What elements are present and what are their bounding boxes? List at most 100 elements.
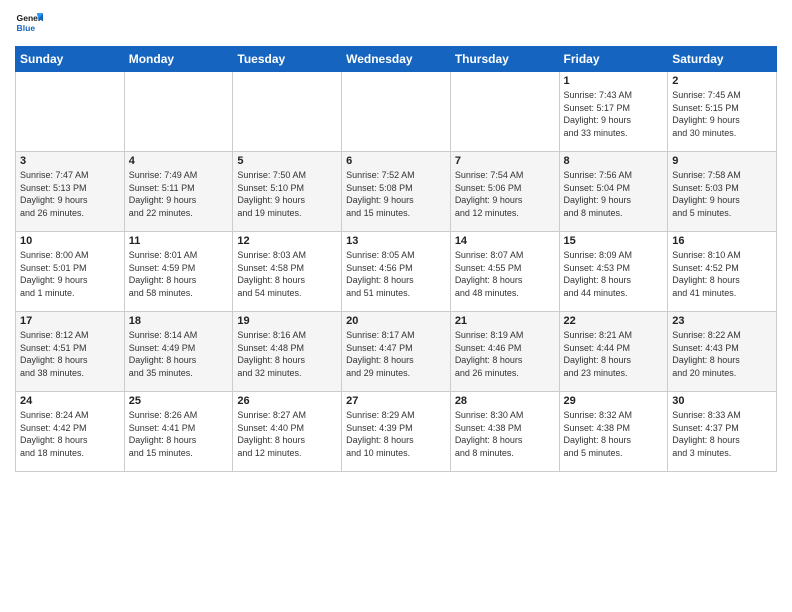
day-info: Sunrise: 7:47 AM Sunset: 5:13 PM Dayligh…: [20, 169, 120, 219]
page-header: General Blue: [15, 10, 777, 38]
week-row-4: 17 Sunrise: 8:12 AM Sunset: 4:51 PM Dayli…: [16, 312, 777, 392]
calendar-cell: [342, 72, 451, 152]
calendar-cell: 2 Sunrise: 7:45 AM Sunset: 5:15 PM Daylig…: [668, 72, 777, 152]
calendar-cell: [233, 72, 342, 152]
weekday-header-saturday: Saturday: [668, 47, 777, 72]
day-info: Sunrise: 8:32 AM Sunset: 4:38 PM Dayligh…: [564, 409, 664, 459]
day-number: 28: [455, 395, 555, 407]
day-info: Sunrise: 7:52 AM Sunset: 5:08 PM Dayligh…: [346, 169, 446, 219]
day-info: Sunrise: 8:33 AM Sunset: 4:37 PM Dayligh…: [672, 409, 772, 459]
calendar-cell: 7 Sunrise: 7:54 AM Sunset: 5:06 PM Daylig…: [450, 152, 559, 232]
day-number: 4: [129, 155, 229, 167]
day-info: Sunrise: 8:29 AM Sunset: 4:39 PM Dayligh…: [346, 409, 446, 459]
day-info: Sunrise: 8:05 AM Sunset: 4:56 PM Dayligh…: [346, 249, 446, 299]
day-info: Sunrise: 8:10 AM Sunset: 4:52 PM Dayligh…: [672, 249, 772, 299]
day-info: Sunrise: 7:54 AM Sunset: 5:06 PM Dayligh…: [455, 169, 555, 219]
calendar-cell: 26 Sunrise: 8:27 AM Sunset: 4:40 PM Dayli…: [233, 392, 342, 472]
day-number: 19: [237, 315, 337, 327]
day-info: Sunrise: 8:21 AM Sunset: 4:44 PM Dayligh…: [564, 329, 664, 379]
calendar-cell: 24 Sunrise: 8:24 AM Sunset: 4:42 PM Dayli…: [16, 392, 125, 472]
calendar-cell: 3 Sunrise: 7:47 AM Sunset: 5:13 PM Daylig…: [16, 152, 125, 232]
weekday-header-tuesday: Tuesday: [233, 47, 342, 72]
day-info: Sunrise: 7:56 AM Sunset: 5:04 PM Dayligh…: [564, 169, 664, 219]
calendar-table: SundayMondayTuesdayWednesdayThursdayFrid…: [15, 46, 777, 472]
day-number: 16: [672, 235, 772, 247]
day-number: 22: [564, 315, 664, 327]
week-row-1: 1 Sunrise: 7:43 AM Sunset: 5:17 PM Daylig…: [16, 72, 777, 152]
day-number: 8: [564, 155, 664, 167]
day-number: 12: [237, 235, 337, 247]
day-info: Sunrise: 7:58 AM Sunset: 5:03 PM Dayligh…: [672, 169, 772, 219]
calendar-cell: 12 Sunrise: 8:03 AM Sunset: 4:58 PM Dayli…: [233, 232, 342, 312]
calendar-cell: [124, 72, 233, 152]
calendar-cell: 6 Sunrise: 7:52 AM Sunset: 5:08 PM Daylig…: [342, 152, 451, 232]
week-row-5: 24 Sunrise: 8:24 AM Sunset: 4:42 PM Dayli…: [16, 392, 777, 472]
day-number: 11: [129, 235, 229, 247]
day-number: 15: [564, 235, 664, 247]
weekday-header-thursday: Thursday: [450, 47, 559, 72]
day-info: Sunrise: 8:12 AM Sunset: 4:51 PM Dayligh…: [20, 329, 120, 379]
week-row-2: 3 Sunrise: 7:47 AM Sunset: 5:13 PM Daylig…: [16, 152, 777, 232]
day-number: 23: [672, 315, 772, 327]
calendar-cell: 11 Sunrise: 8:01 AM Sunset: 4:59 PM Dayli…: [124, 232, 233, 312]
day-number: 14: [455, 235, 555, 247]
calendar-body: 1 Sunrise: 7:43 AM Sunset: 5:17 PM Daylig…: [16, 72, 777, 472]
day-info: Sunrise: 8:24 AM Sunset: 4:42 PM Dayligh…: [20, 409, 120, 459]
day-number: 1: [564, 75, 664, 87]
day-info: Sunrise: 7:49 AM Sunset: 5:11 PM Dayligh…: [129, 169, 229, 219]
day-number: 26: [237, 395, 337, 407]
day-number: 7: [455, 155, 555, 167]
day-info: Sunrise: 8:03 AM Sunset: 4:58 PM Dayligh…: [237, 249, 337, 299]
calendar-cell: 1 Sunrise: 7:43 AM Sunset: 5:17 PM Daylig…: [559, 72, 668, 152]
day-number: 17: [20, 315, 120, 327]
day-info: Sunrise: 8:17 AM Sunset: 4:47 PM Dayligh…: [346, 329, 446, 379]
day-info: Sunrise: 7:50 AM Sunset: 5:10 PM Dayligh…: [237, 169, 337, 219]
day-number: 24: [20, 395, 120, 407]
day-number: 10: [20, 235, 120, 247]
day-number: 6: [346, 155, 446, 167]
calendar-cell: 14Sunrise: 8:07 AM Sunset: 4:55 PM Dayli…: [450, 232, 559, 312]
day-info: Sunrise: 7:43 AM Sunset: 5:17 PM Dayligh…: [564, 89, 664, 139]
day-number: 2: [672, 75, 772, 87]
calendar-cell: 8 Sunrise: 7:56 AM Sunset: 5:04 PM Daylig…: [559, 152, 668, 232]
day-info: Sunrise: 7:45 AM Sunset: 5:15 PM Dayligh…: [672, 89, 772, 139]
logo-icon: General Blue: [15, 10, 43, 38]
calendar-cell: 25Sunrise: 8:26 AM Sunset: 4:41 PM Dayli…: [124, 392, 233, 472]
day-info: Sunrise: 8:22 AM Sunset: 4:43 PM Dayligh…: [672, 329, 772, 379]
svg-text:Blue: Blue: [17, 23, 36, 33]
calendar-cell: 5Sunrise: 7:50 AM Sunset: 5:10 PM Daylig…: [233, 152, 342, 232]
day-number: 21: [455, 315, 555, 327]
day-number: 27: [346, 395, 446, 407]
weekday-header-friday: Friday: [559, 47, 668, 72]
calendar-cell: 16 Sunrise: 8:10 AM Sunset: 4:52 PM Dayli…: [668, 232, 777, 312]
calendar-cell: 30 Sunrise: 8:33 AM Sunset: 4:37 PM Dayli…: [668, 392, 777, 472]
day-info: Sunrise: 8:01 AM Sunset: 4:59 PM Dayligh…: [129, 249, 229, 299]
day-info: Sunrise: 8:19 AM Sunset: 4:46 PM Dayligh…: [455, 329, 555, 379]
day-info: Sunrise: 8:27 AM Sunset: 4:40 PM Dayligh…: [237, 409, 337, 459]
day-number: 20: [346, 315, 446, 327]
weekday-header-wednesday: Wednesday: [342, 47, 451, 72]
calendar-cell: 21 Sunrise: 8:19 AM Sunset: 4:46 PM Dayli…: [450, 312, 559, 392]
calendar-cell: 19 Sunrise: 8:16 AM Sunset: 4:48 PM Dayli…: [233, 312, 342, 392]
day-info: Sunrise: 8:09 AM Sunset: 4:53 PM Dayligh…: [564, 249, 664, 299]
calendar-cell: 9 Sunrise: 7:58 AM Sunset: 5:03 PM Daylig…: [668, 152, 777, 232]
calendar-cell: 29 Sunrise: 8:32 AM Sunset: 4:38 PM Dayli…: [559, 392, 668, 472]
day-number: 18: [129, 315, 229, 327]
day-number: 3: [20, 155, 120, 167]
calendar-cell: 13Sunrise: 8:05 AM Sunset: 4:56 PM Dayli…: [342, 232, 451, 312]
day-info: Sunrise: 8:14 AM Sunset: 4:49 PM Dayligh…: [129, 329, 229, 379]
calendar-cell: 27 Sunrise: 8:29 AM Sunset: 4:39 PM Dayli…: [342, 392, 451, 472]
calendar-cell: [16, 72, 125, 152]
day-number: 9: [672, 155, 772, 167]
logo: General Blue: [15, 10, 43, 38]
calendar-cell: [450, 72, 559, 152]
calendar-cell: 17 Sunrise: 8:12 AM Sunset: 4:51 PM Dayli…: [16, 312, 125, 392]
weekday-header-sunday: Sunday: [16, 47, 125, 72]
day-info: Sunrise: 8:30 AM Sunset: 4:38 PM Dayligh…: [455, 409, 555, 459]
calendar-cell: 4 Sunrise: 7:49 AM Sunset: 5:11 PM Daylig…: [124, 152, 233, 232]
day-number: 30: [672, 395, 772, 407]
weekday-header-row: SundayMondayTuesdayWednesdayThursdayFrid…: [16, 47, 777, 72]
day-number: 29: [564, 395, 664, 407]
calendar-cell: 10Sunrise: 8:00 AM Sunset: 5:01 PM Dayli…: [16, 232, 125, 312]
day-info: Sunrise: 8:16 AM Sunset: 4:48 PM Dayligh…: [237, 329, 337, 379]
